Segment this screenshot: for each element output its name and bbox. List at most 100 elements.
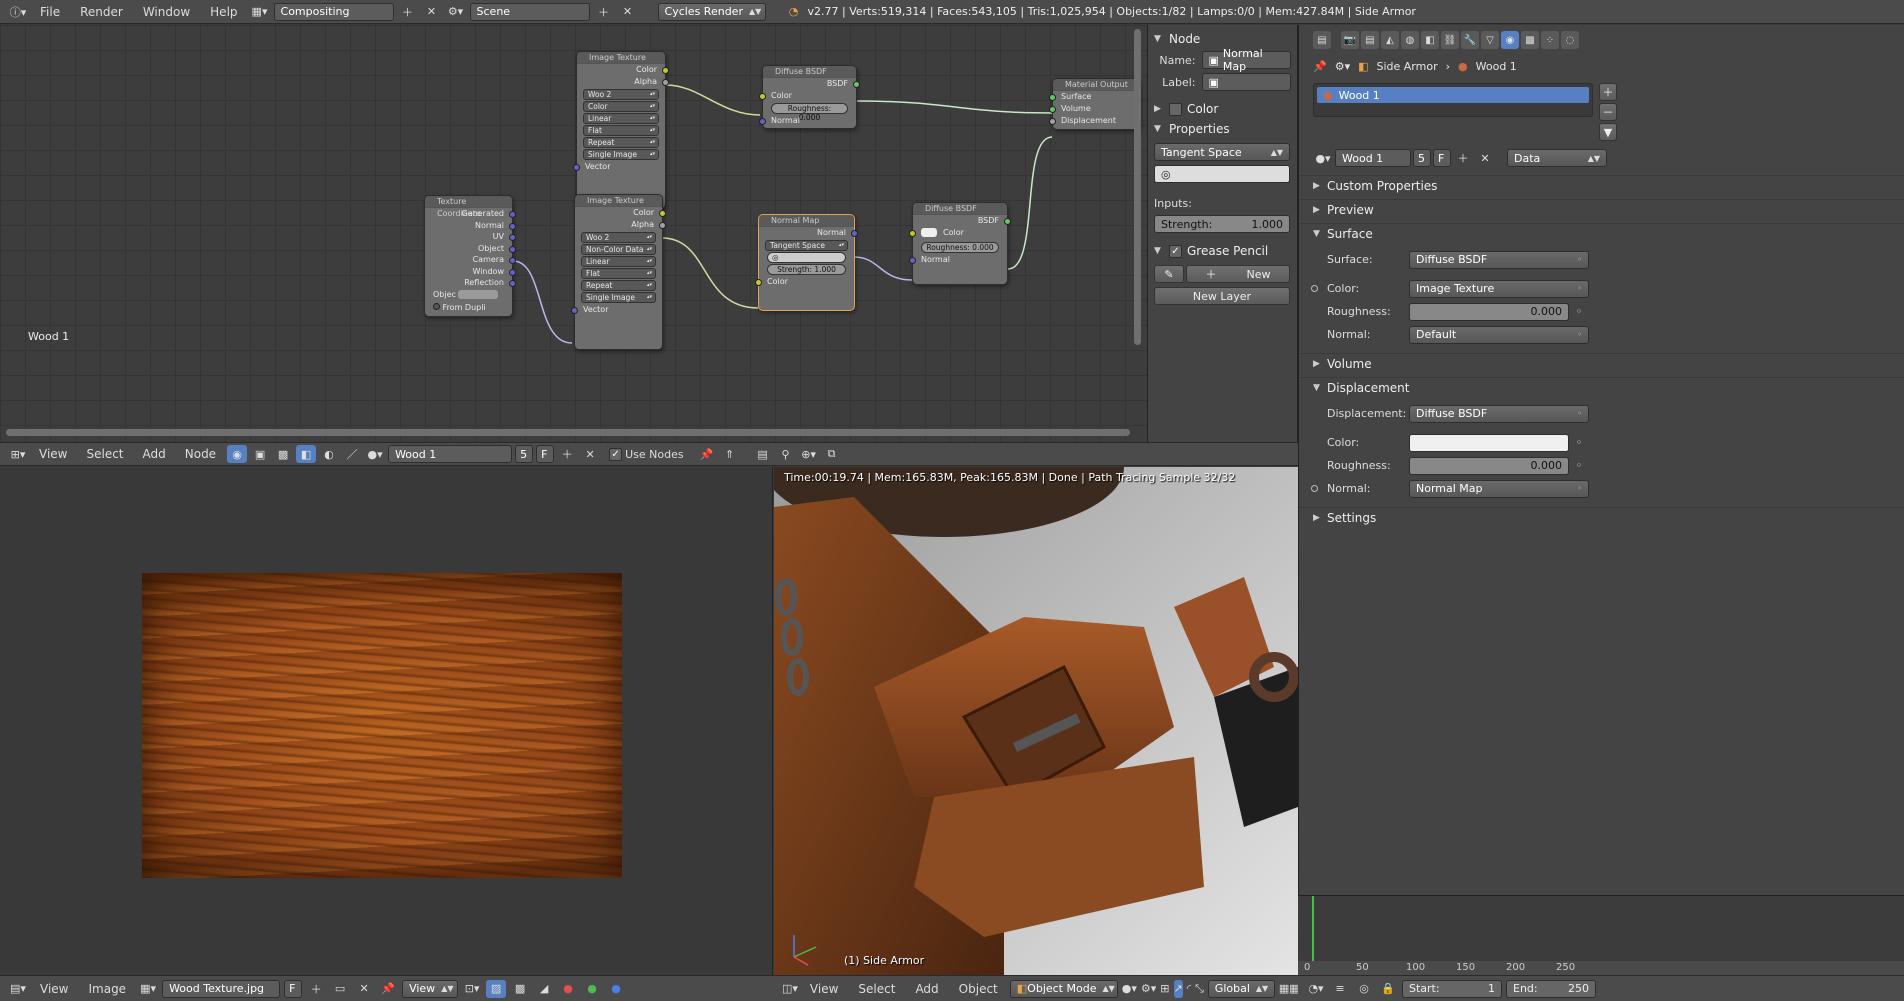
mode-select[interactable]: ◧ Object Mode ▲▼ [1009,979,1118,998]
material-name-field[interactable]: Wood 1 [1335,149,1411,167]
constraints-tab-icon[interactable]: ⛓ [1441,31,1459,49]
timeline[interactable]: 0 50 100 150 200 250 [1298,895,1904,975]
add-slot-icon[interactable]: ＋ [1599,83,1617,101]
node-diffuse-bsdf-1[interactable]: Diffuse BSDF BSDF Color Roughness: 0.000… [759,65,860,129]
material-slot[interactable]: ● Wood 1 [1317,87,1589,103]
new-layer-button[interactable]: New Layer [1154,287,1290,305]
object-tab-icon[interactable]: ◧ [1421,31,1439,49]
end-frame-field[interactable]: End: 250 [1506,979,1596,998]
color-section-header[interactable]: ▶ Color [1154,99,1291,119]
keying-icon[interactable]: ◎ [1354,980,1374,998]
socket-output-icon[interactable] [659,210,666,217]
editor-type-icon[interactable]: ⊞▾ [8,445,28,463]
preview-header[interactable]: ▶ Preview [1299,199,1904,219]
label-field[interactable]: ▣ [1201,73,1291,91]
interpolation-select[interactable]: Linear [581,256,656,267]
color-link-select[interactable]: Image Texture ◦ [1409,279,1589,298]
settings-header[interactable]: ▶ Settings [1299,507,1904,527]
displacement-header[interactable]: ▼ Displacement [1299,377,1904,397]
manipulator-icon[interactable]: ⊞ [1160,980,1169,998]
socket-output-icon[interactable] [509,268,516,276]
z-buffer-icon[interactable]: ◢ [534,980,554,998]
snap-icon[interactable]: ⚲ [776,445,796,463]
menu-file[interactable]: File [32,5,68,19]
socket-output-icon[interactable] [509,257,516,264]
scene-icon[interactable]: ⚙▾ [446,3,466,21]
object-field-icon[interactable] [458,289,499,299]
data-tab-icon[interactable]: ▽ [1481,31,1499,49]
material-users-count[interactable]: 5 [1413,149,1431,167]
scene-tab-icon[interactable]: ◭ [1381,31,1399,49]
modifiers-tab-icon[interactable]: 🔧 [1461,31,1479,49]
roughness-slider[interactable]: 0.000 [1409,456,1569,475]
volume-header[interactable]: ▶ Volume [1299,353,1904,373]
color-space-select[interactable]: Color [583,101,659,112]
world-shader-icon[interactable]: ◐ [319,445,339,463]
info-editor-icon[interactable]: ⓘ▾ [8,3,28,21]
add-material-icon[interactable]: ＋ [1453,149,1473,167]
menu-add[interactable]: Add [907,982,946,996]
pin-icon[interactable]: 📌 [697,445,717,463]
strength-field[interactable]: Strength: 1.000 [767,264,846,275]
unlink-material-icon[interactable]: ✕ [1475,149,1495,167]
editor-type-icon[interactable]: ▤ [1313,31,1331,49]
add-material-icon[interactable]: ＋ [557,445,577,463]
grease-pencil-checkbox[interactable]: ✓ [1169,244,1182,258]
from-dupli-row[interactable]: From Dupli [425,302,512,314]
fake-user-button[interactable]: F [1433,149,1451,167]
material-browse-icon[interactable]: ●▾ [365,445,385,463]
socket-input-icon[interactable] [1049,118,1056,125]
projection-select[interactable]: Flat [583,125,659,136]
menu-object[interactable]: Object [951,982,1006,996]
strength-slider[interactable]: Strength: 1.000 [1154,215,1290,233]
menu-node[interactable]: Node [177,447,224,461]
backdrop-icon[interactable]: ▤ [753,445,773,463]
menu-view[interactable]: View [32,982,76,996]
lock-icon[interactable]: 🔒 [1378,980,1398,998]
socket-output-icon[interactable] [509,245,516,253]
translate-icon[interactable]: ↗ [1173,979,1183,998]
source-select[interactable]: Single Image [583,149,659,160]
color-swatch[interactable] [1409,433,1569,452]
link-icon[interactable]: ◦ [1569,434,1589,452]
texture-nodes-icon[interactable]: ▩ [273,445,293,463]
displacement-shader-select[interactable]: Diffuse BSDF ◦ [1409,404,1589,423]
node-texture-coordinate[interactable]: Texture Coordinate Generated Normal UV O… [424,195,516,317]
color-space-select[interactable]: Non-Color Data [581,244,656,255]
3d-viewport[interactable]: Time:00:19.74 | Mem:165.83M, Peak:165.83… [774,467,1298,975]
socket-output-icon[interactable] [662,79,669,86]
blue-channel-icon[interactable]: ● [606,980,626,998]
slot-menu-icon[interactable]: ▼ [1599,123,1617,141]
uv-map-field[interactable]: ◎ [1154,165,1290,183]
properties-section-header[interactable]: ▼ Properties [1154,119,1291,139]
socket-output-icon[interactable] [659,222,666,229]
snap-element-icon[interactable]: ⊕▾ [799,445,819,463]
menu-icon[interactable]: ≡ [1330,980,1350,998]
custom-properties-header[interactable]: ▶ Custom Properties [1299,175,1904,195]
socket-output-icon[interactable] [509,222,516,230]
start-frame-field[interactable]: Start: 1 [1402,979,1502,998]
add-screen-icon[interactable]: ＋ [398,3,418,21]
link-select[interactable]: Data ▲▼ [1507,149,1607,167]
color-swatch[interactable] [921,228,937,237]
menu-render[interactable]: Render [72,5,131,19]
socket-input-icon[interactable] [909,257,916,264]
normal-select[interactable]: Normal Map ◦ [1409,479,1589,498]
layers-icon[interactable]: ▦▦ [1279,980,1298,998]
socket-input-icon[interactable] [909,230,916,237]
roughness-field[interactable]: Roughness: 0.000 [771,103,848,122]
socket-output-icon[interactable] [853,81,860,88]
horizontal-scrollbar[interactable] [6,429,1130,436]
shader-nodes-icon[interactable]: ◉ [227,445,248,463]
socket-output-icon[interactable] [509,211,516,218]
pivot-icon[interactable]: ⊡▾ [462,980,482,998]
menu-select[interactable]: Select [78,447,131,461]
node-image-texture-1[interactable]: Image Texture Color Alpha Woo 2 Color Li… [573,51,669,209]
menu-window[interactable]: Window [135,5,198,19]
link-icon[interactable]: ◦ [1569,457,1589,475]
open-image-icon[interactable]: ▭ [330,980,350,998]
unlink-material-icon[interactable]: ✕ [580,445,600,463]
red-channel-icon[interactable]: ● [558,980,578,998]
new-grease-pencil-button[interactable]: ＋ New [1186,265,1290,283]
object-field-row[interactable]: Objec [425,289,512,302]
